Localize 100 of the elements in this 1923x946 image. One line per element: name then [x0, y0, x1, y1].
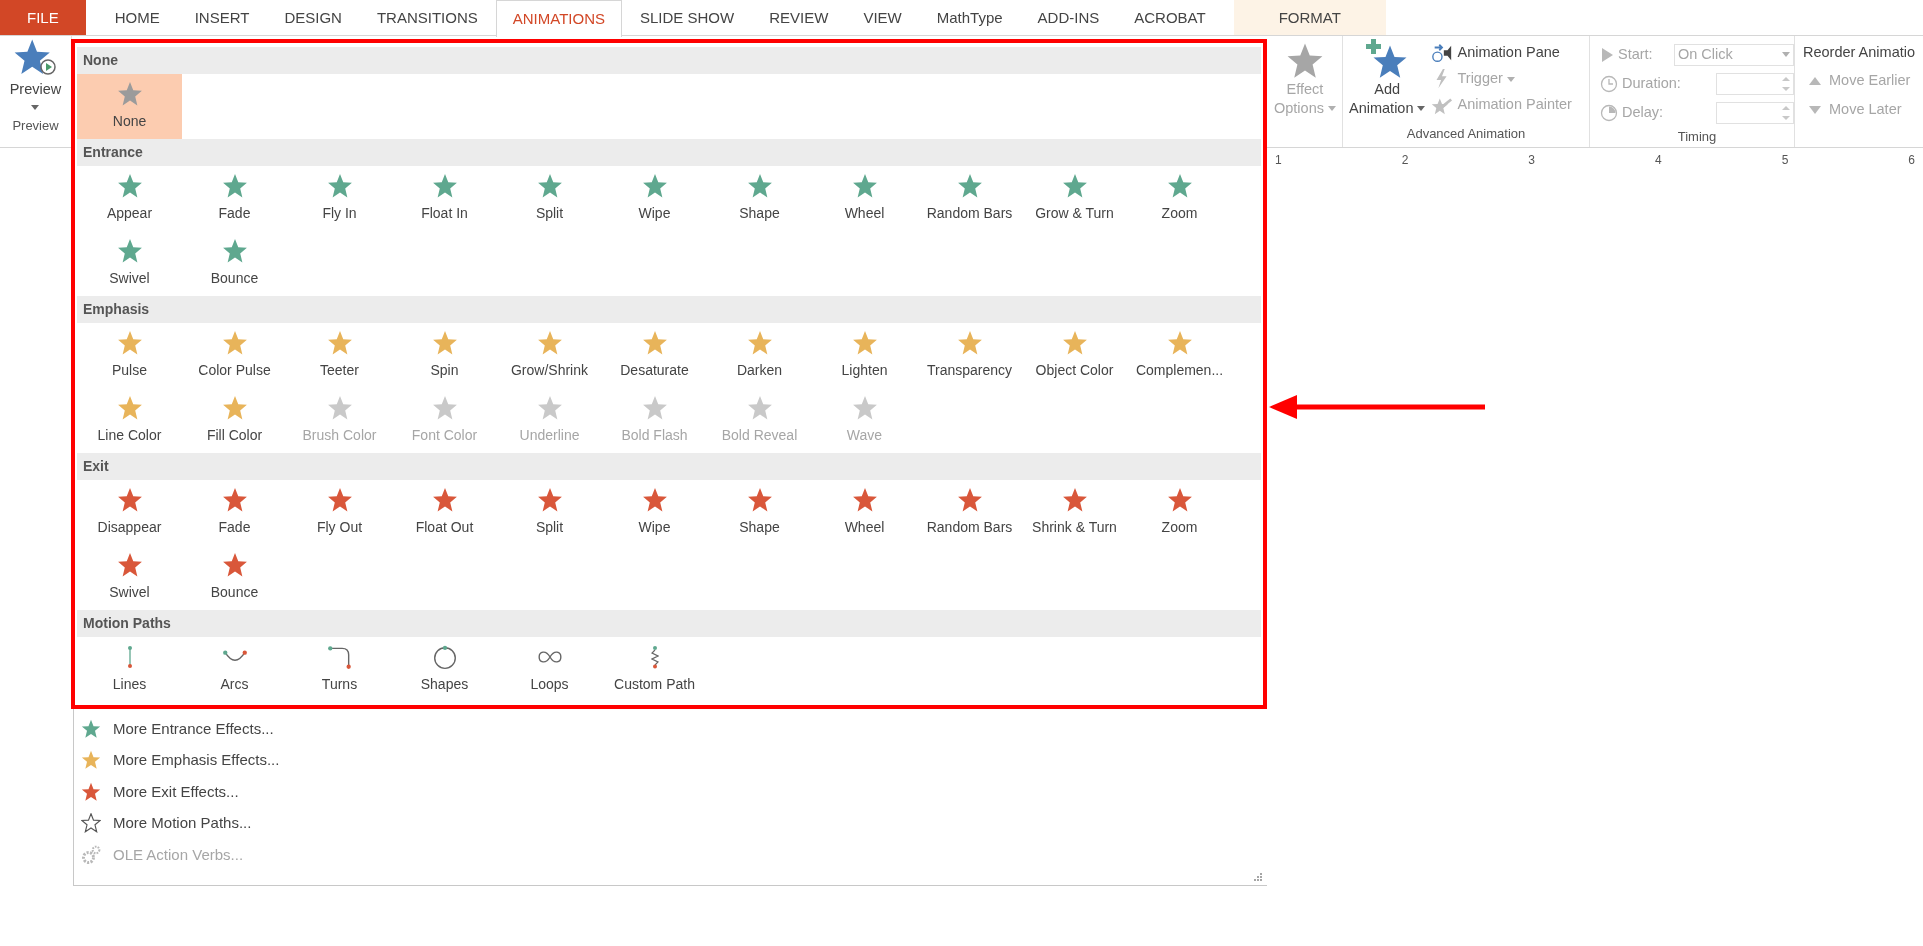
ribbon-tab[interactable]: DESIGN [267, 0, 359, 35]
effect-option[interactable]: Disappear [77, 480, 182, 545]
menu-item[interactable]: More Entrance Effects... [74, 713, 1267, 745]
ruler-number: 6 [1908, 152, 1915, 169]
ribbon-command[interactable]: Animation Pane [1431, 40, 1572, 66]
line-path-icon [125, 644, 134, 670]
ribbon-tab[interactable]: INSERT [177, 0, 267, 35]
effect-option[interactable]: Turns [287, 637, 392, 702]
effect-option[interactable]: Random Bars [917, 480, 1022, 545]
ribbon-tab[interactable]: FORMAT [1233, 0, 1386, 35]
effect-option[interactable]: Grow/Shrink [497, 323, 602, 388]
effect-option[interactable]: Shapes [392, 637, 497, 702]
ribbon-tab[interactable]: MathType [919, 0, 1020, 35]
effect-option[interactable]: Appear [77, 166, 182, 231]
effect-option[interactable]: Lines [77, 637, 182, 702]
effect-option[interactable]: Swivel [77, 545, 182, 610]
effect-option[interactable]: Shrink & Turn [1022, 480, 1127, 545]
effect-option[interactable]: Float In [392, 166, 497, 231]
effect-option[interactable]: Pulse [77, 323, 182, 388]
star-icon [536, 487, 563, 513]
star-icon [326, 487, 353, 513]
effect-option[interactable]: Desaturate [602, 323, 707, 388]
effect-option[interactable]: Custom Path [602, 637, 707, 702]
effect-option[interactable]: Fade [182, 480, 287, 545]
star-icon [221, 395, 248, 421]
turn-path-icon [326, 644, 353, 670]
effect-option[interactable]: Zoom [1127, 166, 1232, 231]
star-icon [116, 487, 143, 513]
effect-option[interactable]: Grow & Turn [1022, 166, 1127, 231]
spinner-field[interactable] [1716, 72, 1794, 95]
star-icon [116, 552, 143, 578]
star-icon [536, 173, 563, 199]
star-icon [641, 487, 668, 513]
effect-option[interactable]: Zoom [1127, 480, 1232, 545]
effect-option[interactable]: Transparency [917, 323, 1022, 388]
effect-option[interactable]: Bounce [182, 545, 287, 610]
menu-item[interactable]: More Motion Paths... [74, 807, 1267, 839]
spin-arrows-icon [1782, 104, 1790, 121]
effect-option[interactable]: Shape [707, 166, 812, 231]
star-plus-icon [1366, 38, 1409, 80]
star-icon [81, 750, 101, 771]
ribbon-tab[interactable]: TRANSITIONS [359, 0, 495, 35]
ribbon-tab[interactable]: ADD-INS [1020, 0, 1117, 35]
effect-option[interactable]: Spin [392, 323, 497, 388]
add-animation-button[interactable]: Add Animation [1343, 36, 1432, 118]
ribbon-tab[interactable]: ANIMATIONS [495, 0, 622, 37]
effect-option[interactable]: Wheel [812, 480, 917, 545]
star-icon [431, 395, 458, 421]
effect-option[interactable]: Teeter [287, 323, 392, 388]
star-icon [221, 173, 248, 199]
effect-option[interactable]: Line Color [77, 388, 182, 453]
effect-option[interactable]: Object Color [1022, 323, 1127, 388]
effect-option[interactable]: Lighten [812, 323, 917, 388]
star-icon [116, 81, 143, 107]
ruler-number: 3 [1528, 152, 1535, 169]
effect-option[interactable]: Wipe [602, 166, 707, 231]
star-icon [1286, 42, 1324, 80]
spinner-field[interactable] [1716, 101, 1794, 124]
ribbon-tab[interactable]: HOME [97, 0, 177, 35]
ribbon-tab[interactable]: REVIEW [752, 0, 846, 35]
effect-option[interactable]: Split [497, 480, 602, 545]
star-icon [81, 718, 101, 739]
effect-option[interactable]: Loops [497, 637, 602, 702]
effect-option[interactable]: Float Out [392, 480, 497, 545]
effect-option[interactable]: Arcs [182, 637, 287, 702]
effect-option[interactable]: Darken [707, 323, 812, 388]
effect-option[interactable]: Fill Color [182, 388, 287, 453]
caret-icon [1506, 76, 1515, 82]
ribbon-tab[interactable]: VIEW [846, 0, 919, 35]
preview-button[interactable]: Preview [9, 36, 62, 110]
star-icon [1166, 330, 1193, 356]
ruler-number: 2 [1401, 152, 1409, 169]
effect-option[interactable]: Random Bars [917, 166, 1022, 231]
effect-option[interactable]: Wheel [812, 166, 917, 231]
ribbon-tab[interactable]: SLIDE SHOW [623, 0, 752, 35]
group-label: Preview [12, 117, 59, 135]
effect-option[interactable]: Bounce [182, 231, 287, 296]
ribbon-tab[interactable]: FILE [0, 0, 86, 35]
effect-option[interactable]: Shape [707, 480, 812, 545]
effect-option[interactable]: Complemen... [1127, 323, 1232, 388]
star-icon [536, 395, 563, 421]
section-header: Motion Paths [77, 610, 1261, 637]
effect-option[interactable]: Fly Out [287, 480, 392, 545]
star-icon [116, 238, 143, 264]
effect-option[interactable]: Color Pulse [182, 323, 287, 388]
ruler-number: 1 [1275, 152, 1282, 169]
effect-option[interactable]: Fly In [287, 166, 392, 231]
effect-option[interactable]: Swivel [77, 231, 182, 296]
effect-option[interactable]: Split [497, 166, 602, 231]
effect-option[interactable]: None [77, 74, 182, 139]
ribbon-tab[interactable]: ACROBAT [1117, 0, 1223, 35]
star-icon [641, 330, 668, 356]
ruler-number: 5 [1781, 152, 1789, 169]
star-icon [431, 173, 458, 199]
effect-option[interactable]: Fade [182, 166, 287, 231]
group-label: Timing [1676, 128, 1718, 146]
effect-option[interactable]: Wipe [602, 480, 707, 545]
star-icon [746, 173, 773, 199]
menu-item[interactable]: More Emphasis Effects... [74, 744, 1267, 776]
menu-item[interactable]: More Exit Effects... [74, 776, 1267, 808]
